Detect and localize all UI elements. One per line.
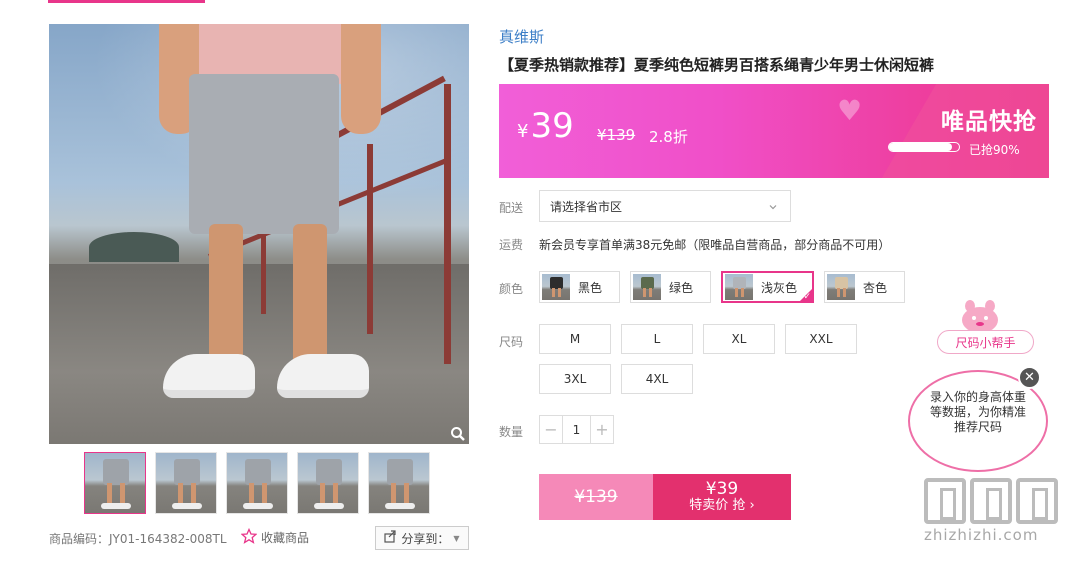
heart-icon: ♥ xyxy=(837,94,863,127)
color-option-apricot[interactable]: 杏色 xyxy=(824,271,905,303)
flash-sale-logo: 唯品快抢 xyxy=(941,109,1037,135)
color-label: 颜色 xyxy=(499,282,524,296)
original-price: ¥139 xyxy=(597,126,636,144)
railing-post xyxy=(367,144,373,334)
size-option[interactable]: M xyxy=(539,324,611,354)
color-swatch-image xyxy=(827,274,855,300)
thumbnail[interactable] xyxy=(226,452,288,514)
model-leg xyxy=(209,224,243,364)
close-icon[interactable]: ✕ xyxy=(1018,366,1041,389)
thumbnail[interactable] xyxy=(297,452,359,514)
quantity-stepper: − 1 + xyxy=(539,415,614,444)
region-select[interactable]: 请选择省市区 xyxy=(539,190,791,222)
hill xyxy=(89,232,179,262)
sku-code: 商品编码：JY01-164382-008TL xyxy=(49,532,227,546)
quantity-input[interactable]: 1 xyxy=(562,416,591,443)
active-tab-indicator xyxy=(48,0,205,3)
color-option-light-gray[interactable]: 浅灰色 ✓ xyxy=(721,271,814,303)
thumbnail[interactable] xyxy=(368,452,430,514)
railing-post xyxy=(444,84,451,364)
size-option[interactable]: XL xyxy=(703,324,775,354)
favorite-label: 收藏商品 xyxy=(261,531,310,545)
size-helper-button[interactable]: 尺码小帮手 xyxy=(937,330,1034,354)
region-select-value: 请选择省市区 xyxy=(550,199,623,214)
main-product-image[interactable] xyxy=(49,24,469,444)
color-option-green[interactable]: 绿色 xyxy=(630,271,711,303)
color-swatch-image xyxy=(542,274,570,300)
mascot-icon[interactable] xyxy=(958,300,1002,334)
railing-post xyxy=(261,224,266,314)
star-icon xyxy=(240,527,258,547)
size-option[interactable]: 4XL xyxy=(621,364,693,394)
brand-link[interactable]: 真维斯 xyxy=(499,26,544,47)
sold-progress-bar xyxy=(888,142,960,152)
model-shoe xyxy=(163,354,255,398)
shipping-info: 新会员专享首单满38元免邮（限唯品自营商品，部分商品不可用） xyxy=(539,238,891,252)
size-label: 尺码 xyxy=(499,335,524,349)
zoom-icon[interactable] xyxy=(448,424,468,444)
shipping-label: 运费 xyxy=(499,238,524,252)
product-title: 【夏季热销款推荐】夏季纯色短裤男百搭系绳青少年男士休闲短裤 xyxy=(499,56,935,74)
chevron-down-icon xyxy=(768,201,778,215)
size-option[interactable]: XXL xyxy=(785,324,857,354)
share-button[interactable]: 分享到： ▼ xyxy=(375,526,469,550)
thumbnail-strip xyxy=(84,452,444,514)
buy-original-price: ¥139 xyxy=(539,474,653,520)
current-price: ¥ 39 xyxy=(517,106,574,146)
color-option-black[interactable]: 黑色 xyxy=(539,271,620,303)
size-option[interactable]: 3XL xyxy=(539,364,611,394)
color-swatch-image xyxy=(633,274,661,300)
quantity-decrease-button[interactable]: − xyxy=(540,416,562,443)
ground xyxy=(49,264,469,444)
color-swatch-image xyxy=(725,274,753,300)
price-banner: ♥ ¥ 39 ¥139 2.8折 唯品快抢 已抢90% xyxy=(499,84,1049,178)
size-helper-text: 录入你的身高体重等数据，为你精准推荐尺码 xyxy=(929,390,1026,434)
buy-action-label: 特卖价 抢 › xyxy=(689,498,755,514)
size-option[interactable]: L xyxy=(621,324,693,354)
sold-progress-text: 已抢90% xyxy=(969,143,1020,157)
watermark-text: zhizhizhi.com xyxy=(924,526,1039,544)
buy-price: ¥39 xyxy=(705,478,739,499)
delivery-label: 配送 xyxy=(499,201,524,215)
watermark: zhizhizhi.com xyxy=(924,478,1064,544)
favorite-button[interactable]: 收藏商品 xyxy=(240,527,310,547)
share-label: 分享到： xyxy=(401,531,450,546)
watermark-logo xyxy=(924,478,1064,524)
caret-down-icon: ▼ xyxy=(453,533,460,543)
model-shoe xyxy=(277,354,369,398)
model-leg xyxy=(293,224,327,364)
share-icon xyxy=(384,530,397,546)
check-icon: ✓ xyxy=(803,292,811,302)
quantity-label: 数量 xyxy=(499,425,524,439)
quantity-increase-button[interactable]: + xyxy=(591,416,613,443)
buy-now-button[interactable]: ¥39 特卖价 抢 › xyxy=(653,474,791,520)
thumbnail[interactable] xyxy=(84,452,146,514)
thumbnail[interactable] xyxy=(155,452,217,514)
discount-label: 2.8折 xyxy=(649,128,688,146)
model-arm xyxy=(341,24,381,134)
model-shorts xyxy=(189,74,339,234)
